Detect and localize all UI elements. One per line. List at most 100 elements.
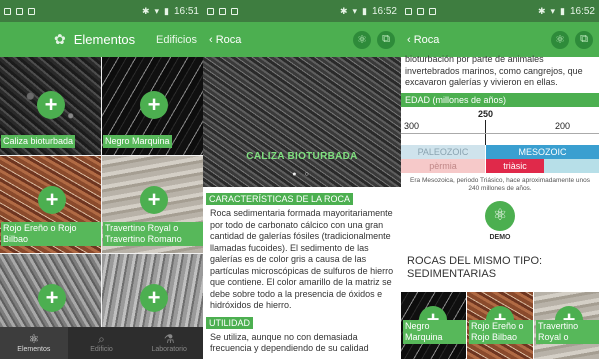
app-bar: ‹ Roca ⚛ ⧉: [203, 22, 401, 57]
rock-image[interactable]: CALIZA BIOTURBADA ● ○: [203, 57, 401, 187]
add-icon[interactable]: +: [140, 91, 168, 119]
period-permia: pèrmia: [401, 158, 485, 173]
tab-edificios[interactable]: Edificios: [156, 34, 197, 46]
section-text: Roca sedimentaria formada mayoritariamen…: [210, 208, 394, 310]
period-jurasic: [544, 158, 599, 173]
elements-icon: ⚛: [28, 332, 40, 346]
edad-content: bioturbación por parte de animales inver…: [401, 54, 599, 285]
atom-icon[interactable]: ⚛: [353, 30, 371, 49]
related-rocks: + Negro Marquina + Rojo Ereño o Rojo Bil…: [401, 292, 599, 359]
scale-axis: [401, 132, 599, 134]
rock-tile[interactable]: + Negro Marquina: [102, 57, 203, 155]
battery-icon: ▮: [164, 5, 169, 16]
screen-roca-detail: ✱ ▾ ▮ 16:52 ‹ Roca ⚛ ⧉ CALIZA BIOTURBADA…: [203, 0, 401, 359]
age-scale: 300 250 200: [401, 107, 599, 145]
add-icon[interactable]: +: [37, 91, 65, 119]
rock-tile-label: Negro Marquina: [403, 320, 466, 344]
bluetooth-icon: ✱: [537, 5, 546, 16]
tick-label: 200: [555, 120, 571, 131]
related-rock-tile[interactable]: + Rojo Ereño o Rojo Bilbao: [467, 292, 533, 359]
status-time: 16:52: [569, 5, 595, 17]
nav-elementos[interactable]: ⚛ Elementos: [0, 327, 68, 359]
intro-text: bioturbación por parte de animales inver…: [405, 54, 583, 87]
related-rock-tile[interactable]: + Travertino Royal o: [534, 292, 599, 359]
app-bar: ✿ Elementos Edificios: [0, 22, 203, 57]
rock-tile-label: Travertino Royal o Travertino Romano: [103, 222, 203, 246]
rock-tile-label: Rojo Ereño o Rojo Bilbao: [1, 222, 101, 246]
status-bar: ✱ ▾ ▮ 16:51: [0, 0, 203, 22]
period-row: pèrmia triàsic: [401, 158, 599, 173]
era-mesozoic: MESOZOIC: [486, 144, 599, 159]
add-icon[interactable]: +: [140, 186, 168, 214]
tick-label: 300: [404, 120, 420, 131]
status-time: 16:51: [173, 5, 199, 17]
related-rock-tile[interactable]: + Negro Marquina: [401, 292, 466, 359]
bluetooth-icon: ✱: [141, 5, 150, 16]
search-icon: ⌕: [98, 332, 105, 346]
notification-icon: [405, 7, 412, 15]
rock-tile[interactable]: + Rojo Ereño o Rojo Bilbao: [0, 156, 101, 253]
alert-icon: [16, 7, 23, 15]
tick-label: 250: [478, 108, 494, 119]
bluetooth-icon: ✱: [339, 5, 348, 16]
edad-heading: EDAD (millones de años): [401, 92, 599, 107]
app-bar: ‹ Roca ⚛ ⧉: [401, 22, 599, 57]
flask-icon: ⚗: [163, 332, 175, 346]
section-heading: UTILIDAD: [206, 316, 254, 329]
tab-elementos[interactable]: Elementos: [74, 32, 135, 47]
share-icon[interactable]: ⧉: [575, 30, 593, 49]
rock-tile[interactable]: +: [102, 254, 203, 327]
battery-icon: ▮: [560, 5, 565, 16]
hero-caption: CALIZA BIOTURBADA: [246, 151, 358, 162]
back-button[interactable]: ‹ Roca: [209, 34, 241, 46]
related-rocks-title: ROCAS DEL MISMO TIPO: SEDIMENTARIAS: [407, 254, 543, 280]
demo-button[interactable]: ⚛: [485, 200, 515, 231]
status-time: 16:52: [371, 5, 397, 17]
atom-icon: ⚛: [492, 206, 508, 224]
rock-tile-label: Rojo Ereño o Rojo Bilbao: [469, 320, 533, 344]
molecule-icon: ✿: [54, 31, 66, 47]
wifi-icon: ▾: [550, 5, 556, 16]
notification-icon: [4, 7, 11, 15]
bottom-nav: ⚛ Elementos ⌕ Edificio ⚗ Laboratorio: [0, 327, 203, 359]
section-text: Se utiliza, aunque no con demasiada frec…: [210, 331, 369, 354]
era-note: Era Mesozoica, periodo Triásico, hace ap…: [410, 176, 590, 192]
android-icon: [429, 7, 436, 15]
nav-label: Laboratorio: [151, 346, 187, 353]
add-icon[interactable]: +: [140, 284, 168, 312]
share-icon[interactable]: ⧉: [377, 30, 395, 49]
period-triasic: triàsic: [486, 158, 544, 173]
add-icon[interactable]: +: [38, 284, 66, 312]
nav-laboratorio[interactable]: ⚗ Laboratorio: [135, 327, 203, 359]
wifi-icon: ▾: [352, 5, 358, 16]
rock-tile-label: Negro Marquina: [103, 135, 172, 148]
era-paleozoic: PALEOZOIC: [401, 144, 485, 159]
demo-label: DEMO: [489, 233, 511, 241]
screen-elementos: ✱ ▾ ▮ 16:51 ✿ Elementos Edificios + Cali…: [0, 0, 203, 359]
wifi-icon: ▾: [154, 5, 160, 16]
android-icon: [231, 7, 238, 15]
rock-grid: + Caliza bioturbada + Negro Marquina + R…: [0, 57, 203, 327]
atom-icon[interactable]: ⚛: [551, 30, 569, 49]
back-button[interactable]: ‹ Roca: [407, 34, 439, 46]
rock-tile-label: Travertino Royal o: [536, 320, 599, 344]
rock-tile[interactable]: + Travertino Royal o Travertino Romano: [102, 156, 203, 253]
alert-icon: [417, 7, 424, 15]
status-bar: ✱ ▾ ▮ 16:52: [401, 0, 599, 22]
pager-dots[interactable]: ● ○: [203, 171, 401, 178]
rock-tile[interactable]: + Caliza bioturbada: [0, 57, 101, 155]
battery-icon: ▮: [362, 5, 367, 16]
detail-content: CARACTERÍSTICAS DE LA ROCA Roca sediment…: [203, 189, 401, 356]
nav-label: Elementos: [17, 346, 51, 353]
nav-edificio[interactable]: ⌕ Edificio: [68, 327, 136, 359]
era-row: PALEOZOIC MESOZOIC: [401, 144, 599, 159]
rock-tile[interactable]: +: [0, 254, 101, 327]
notification-icon: [207, 7, 214, 15]
nav-label: Edificio: [90, 346, 113, 353]
android-icon: [28, 7, 35, 15]
status-bar: ✱ ▾ ▮ 16:52: [203, 0, 401, 22]
alert-icon: [219, 7, 226, 15]
screen-roca-edad: ✱ ▾ ▮ 16:52 ‹ Roca ⚛ ⧉ bioturbación por …: [401, 0, 599, 359]
rock-tile-label: Caliza bioturbada: [1, 135, 76, 148]
add-icon[interactable]: +: [38, 186, 66, 214]
